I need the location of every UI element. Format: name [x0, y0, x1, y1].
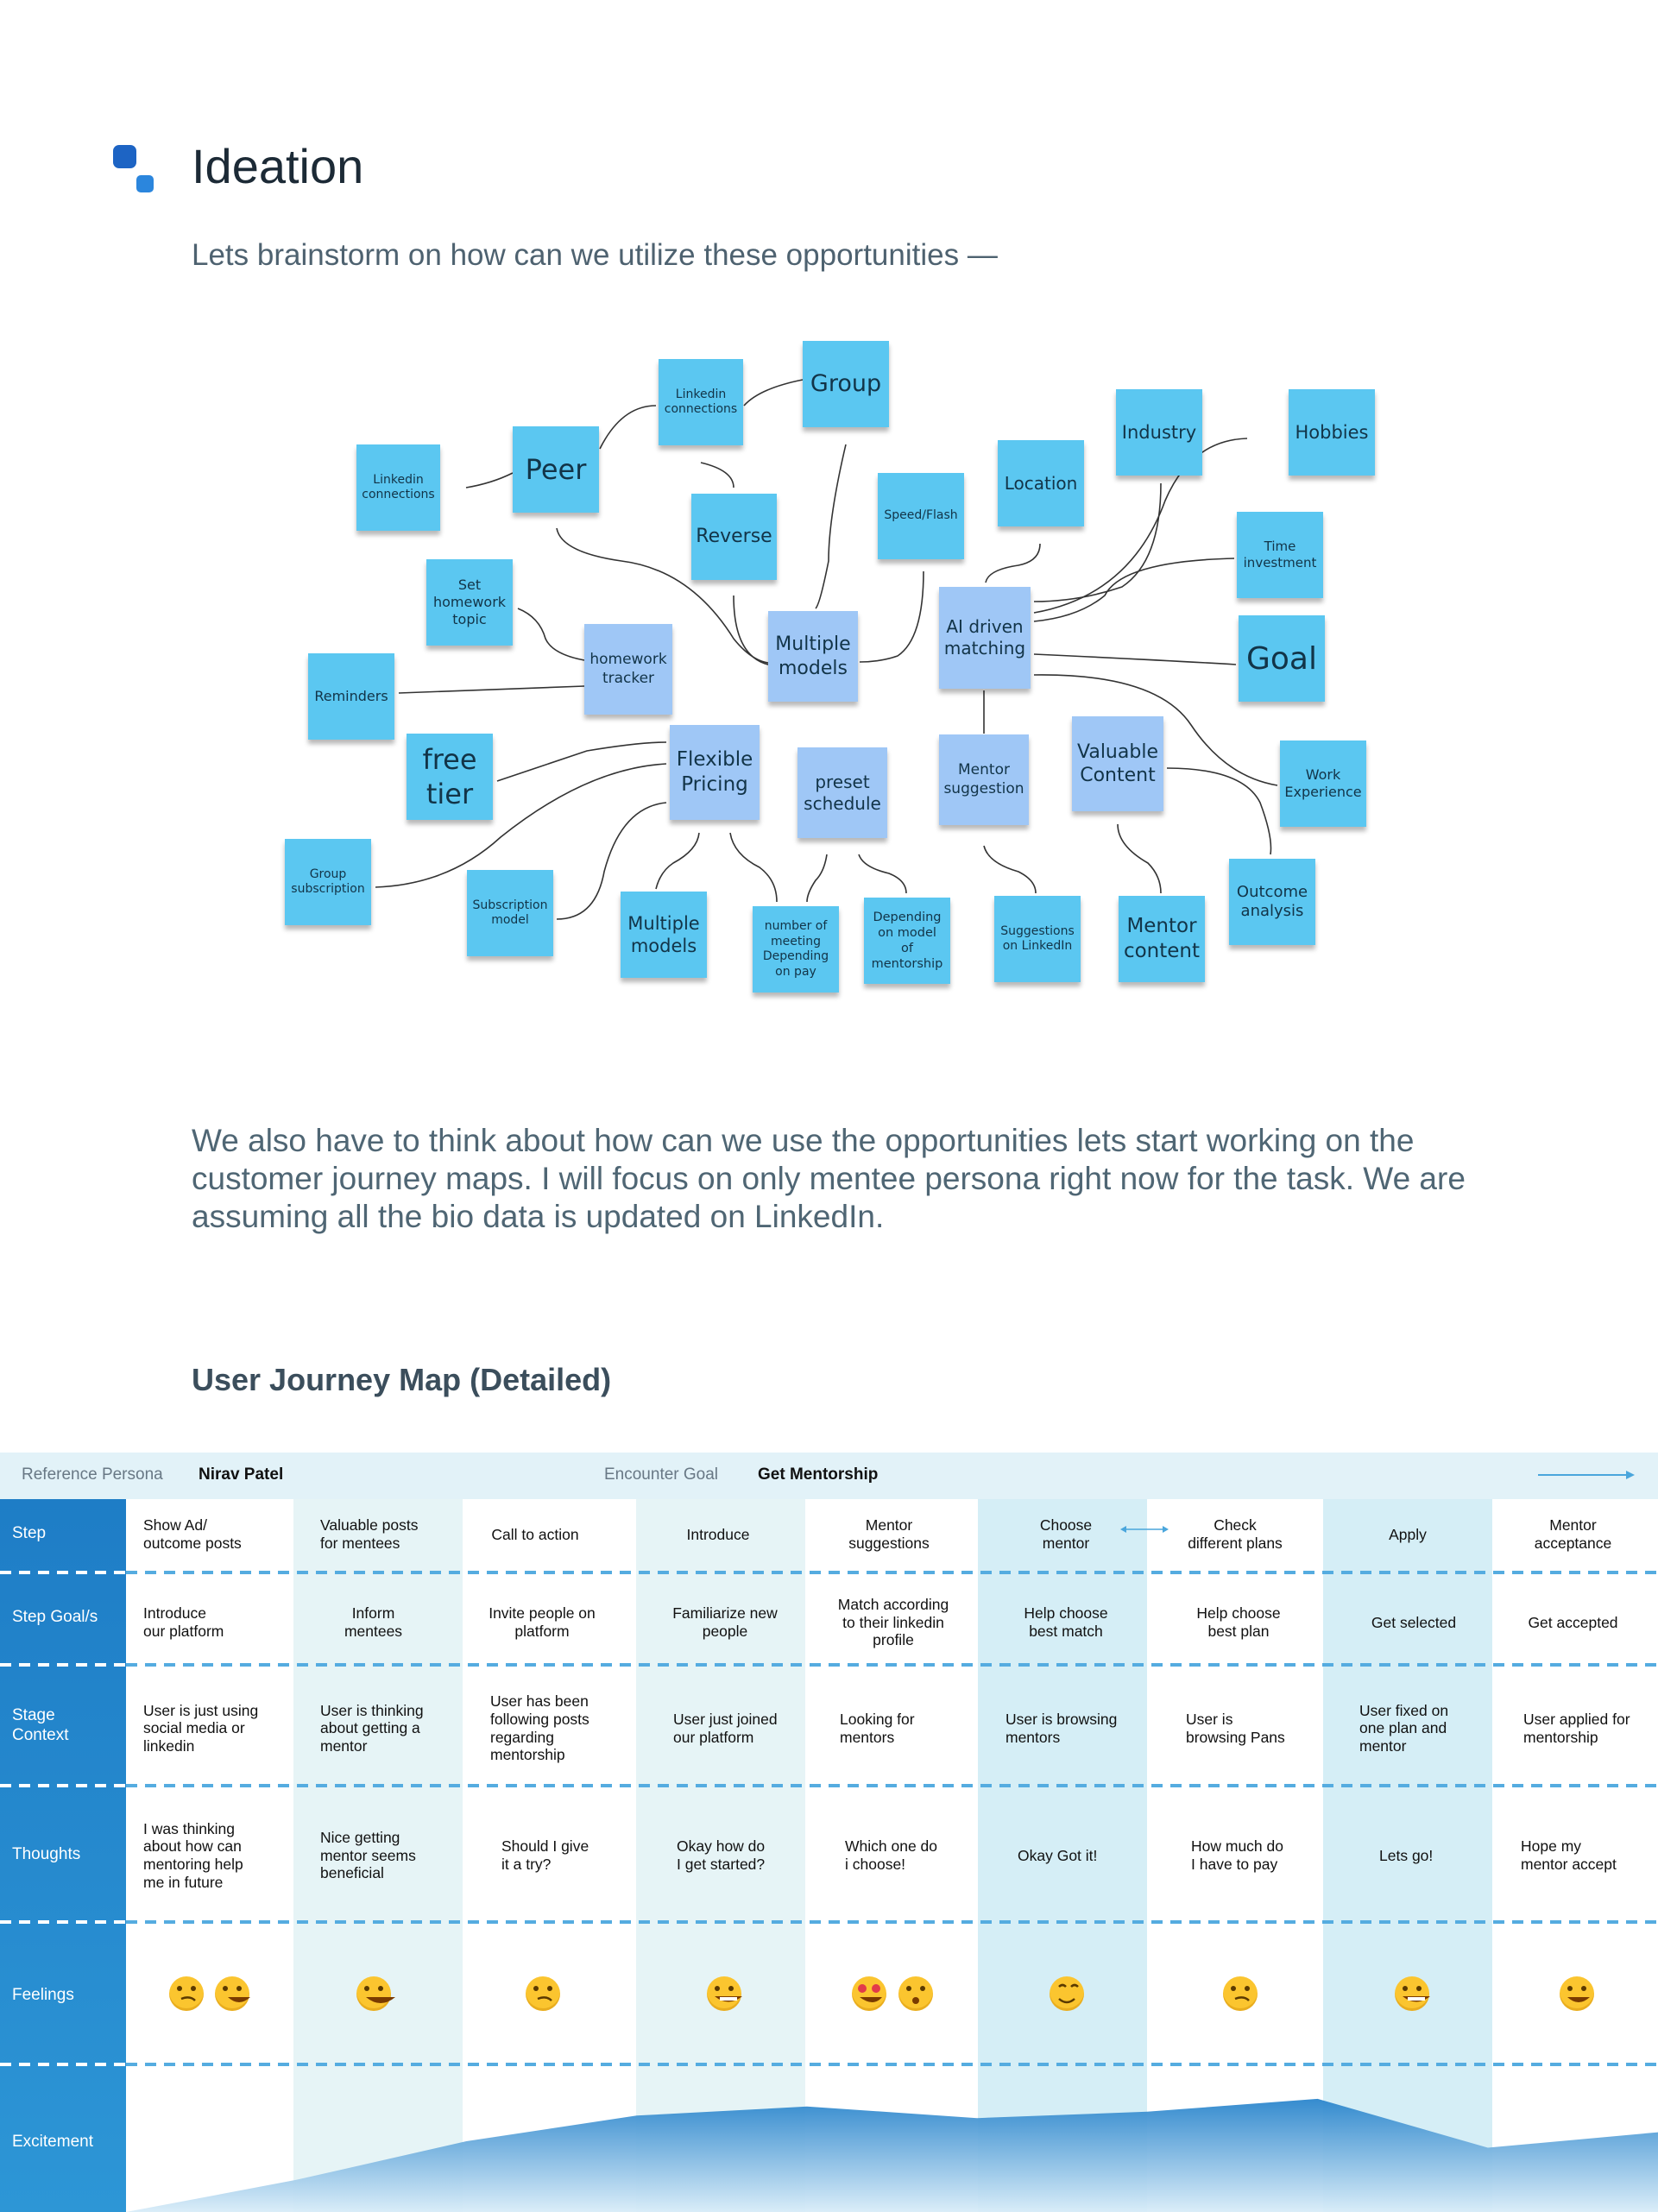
note-location: Location: [998, 440, 1084, 526]
thought-cell-2: Nice getting mentor seems beneficial: [320, 1829, 416, 1882]
thought-cell-4: Okay how do I get started?: [677, 1837, 766, 1873]
goal-label: Encounter Goal: [604, 1465, 719, 1484]
goal-cell-8: Get selected: [1371, 1613, 1457, 1631]
note-peer: Peer: [513, 426, 599, 513]
note-suggestions-on-linkedin: Suggestions on LinkedIn: [994, 896, 1081, 982]
thought-cell-6: Okay Got it!: [1018, 1846, 1098, 1864]
context-cell-6: User is browsing mentors: [1006, 1710, 1118, 1746]
goal-cell-4: Familiarize new people: [672, 1604, 778, 1640]
thought-cell-5: Which one do i choose!: [845, 1837, 938, 1873]
note-reminders: Reminders: [308, 653, 394, 740]
goal-cell-3: Invite people on platform: [489, 1604, 596, 1640]
note-linkedin-connections-top: Linkedin connections: [659, 359, 743, 445]
context-cell-1: User is just using social media or linke…: [143, 1701, 259, 1755]
excitement-chart: [126, 2098, 1658, 2212]
thought-cell-9: Hope my mentor accept: [1521, 1837, 1617, 1873]
goal-cell-5: Match according to their linkedin profil…: [837, 1596, 949, 1649]
journey-map-title: User Journey Map (Detailed): [192, 1362, 612, 1397]
goal-cell-1: Introduce our platform: [143, 1604, 224, 1640]
note-goal: Goal: [1239, 615, 1325, 702]
context-cell-5: Looking for mentors: [840, 1710, 915, 1746]
note-industry: Industry: [1116, 389, 1202, 476]
note-mentor-suggestion: Mentor suggestion: [939, 734, 1029, 825]
note-work-experience: Work Experience: [1280, 740, 1366, 827]
note-valuable-content: Valuable Content: [1072, 716, 1163, 811]
note-number-of-meeting: number of meeting Depending on pay: [753, 906, 839, 993]
note-outcome-analysis: Outcome analysis: [1229, 859, 1315, 945]
step-cell-3: Call to action: [491, 1525, 579, 1543]
note-homework-tracker: homework tracker: [584, 624, 672, 715]
note-group: Group: [803, 341, 889, 427]
note-subscription-model: Subscription model: [467, 870, 553, 956]
note-flexible-pricing: Flexible Pricing: [670, 725, 760, 820]
note-linkedin-connections-left: Linkedin connections: [356, 444, 440, 531]
double-arrow-icon: [1120, 1526, 1169, 1533]
context-cell-2: User is thinking about getting a mentor: [320, 1701, 424, 1755]
note-reverse: Reverse: [691, 494, 777, 580]
note-mentor-content: Mentor content: [1119, 896, 1205, 982]
thought-cell-7: How much do I have to pay: [1191, 1837, 1283, 1873]
step-cell-5: Mentor suggestions: [848, 1516, 930, 1552]
arrow-right-icon: [1538, 1471, 1635, 1479]
note-preset-schedule: preset schedule: [797, 747, 887, 838]
context-cell-8: User fixed on one plan and mentor: [1359, 1701, 1449, 1755]
step-cell-2: Valuable posts for mentees: [320, 1516, 419, 1552]
step-cell-8: Apply: [1389, 1525, 1427, 1543]
context-cell-4: User just joined our platform: [673, 1710, 778, 1746]
persona-value: Nirav Patel: [199, 1465, 284, 1484]
step-cell-7: Check different plans: [1188, 1516, 1283, 1552]
note-depending-on-model: Depending on model of mentorship: [864, 898, 950, 984]
goal-cell-2: Inform mentees: [344, 1604, 403, 1640]
note-speed-flash: Speed/Flash: [878, 473, 964, 559]
note-ai-driven-matching: AI driven matching: [939, 587, 1031, 689]
excitement-area: [126, 2098, 1658, 2212]
context-cell-3: User has been following posts regarding …: [490, 1692, 589, 1764]
thought-cell-8: Lets go!: [1379, 1846, 1434, 1864]
context-cell-9: User applied for mentorship: [1523, 1710, 1630, 1746]
note-free-tier: free tier: [407, 734, 493, 820]
context-cell-7: User is browsing Pans: [1186, 1710, 1285, 1746]
note-time-investment: Time investment: [1237, 512, 1323, 598]
step-cell-4: Introduce: [686, 1525, 750, 1543]
thought-cell-3: Should I give it a try?: [501, 1837, 589, 1873]
persona-label: Reference Persona: [22, 1465, 163, 1484]
goal-value: Get Mentorship: [758, 1465, 879, 1484]
step-cell-9: Mentor acceptance: [1534, 1516, 1612, 1552]
intro-paragraph: We also have to think about how can we u…: [192, 1123, 1466, 1234]
note-multiple-models-2: Multiple models: [621, 892, 707, 978]
goal-cell-7: Help choose best plan: [1196, 1604, 1281, 1640]
note-set-homework-topic: Set homework topic: [426, 559, 513, 646]
note-hobbies: Hobbies: [1289, 389, 1375, 476]
emoji-faces: [177, 1983, 1590, 2004]
goal-cell-6: Help choose best match: [1024, 1604, 1108, 1640]
note-group-subscription: Group subscription: [285, 839, 371, 925]
goal-cell-9: Get accepted: [1528, 1613, 1618, 1631]
mindmap-connectors: [375, 379, 1278, 920]
step-cell-1: Show Ad/ outcome posts: [143, 1516, 242, 1552]
note-multiple-models: Multiple models: [768, 611, 858, 702]
thought-cell-1: I was thinking about how can mentoring h…: [143, 1819, 243, 1891]
